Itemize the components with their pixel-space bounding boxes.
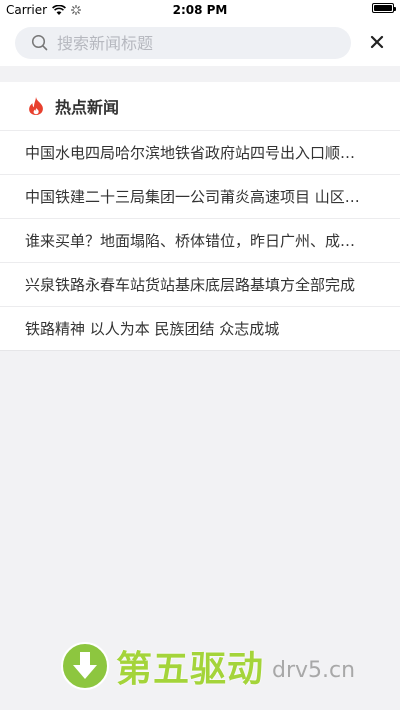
watermark-brand-en: drv5.cn [272, 657, 356, 683]
search-icon [31, 34, 48, 51]
battery-icon [372, 3, 396, 13]
news-item[interactable]: 铁路精神 以人为本 民族团结 众志成城 [0, 307, 400, 350]
news-item-title: 中国水电四局哈尔滨地铁省政府站四号出入口顺利封顶 [25, 144, 370, 162]
watermark-brand-cn: 第五驱动 [116, 649, 265, 690]
close-icon[interactable] [370, 35, 384, 49]
hot-news-card: 热点新闻 中国水电四局哈尔滨地铁省政府站四号出入口顺利封顶 中国铁建二十三局集团… [0, 82, 400, 351]
news-item[interactable]: 中国铁建二十三局集团一公司莆炎高速项目 山区施工进展顺利 [0, 175, 400, 219]
news-item[interactable]: 中国水电四局哈尔滨地铁省政府站四号出入口顺利封顶 [0, 131, 400, 175]
news-item[interactable]: 兴泉铁路永春车站货站基床底层路基填方全部完成 [0, 263, 400, 307]
news-item[interactable]: 谁来买单？地面塌陷、桥体错位，昨日广州、成都多地发生事故 [0, 219, 400, 263]
news-item-title: 铁路精神 以人为本 民族团结 众志成城 [25, 320, 280, 338]
hot-news-header: 热点新闻 [0, 82, 400, 131]
news-item-title: 中国铁建二十三局集团一公司莆炎高速项目 山区施工进展顺利 [25, 188, 370, 206]
download-arrow-icon [61, 642, 109, 690]
news-item-title: 兴泉铁路永春车站货站基床底层路基填方全部完成 [25, 276, 356, 294]
hot-news-title: 热点新闻 [55, 98, 120, 117]
search-box[interactable] [15, 27, 351, 59]
watermark: 第五驱动 drv5.cn [60, 640, 355, 692]
status-time: 2:08 PM [172, 3, 228, 17]
search-header [0, 20, 400, 66]
news-item-title: 谁来买单？地面塌陷、桥体错位，昨日广州、成都多地发生事故 [25, 232, 370, 250]
status-bar: Carrier 2:08 PM [0, 0, 400, 20]
status-right [372, 3, 396, 13]
search-input[interactable] [57, 33, 337, 53]
fire-icon [29, 97, 43, 115]
